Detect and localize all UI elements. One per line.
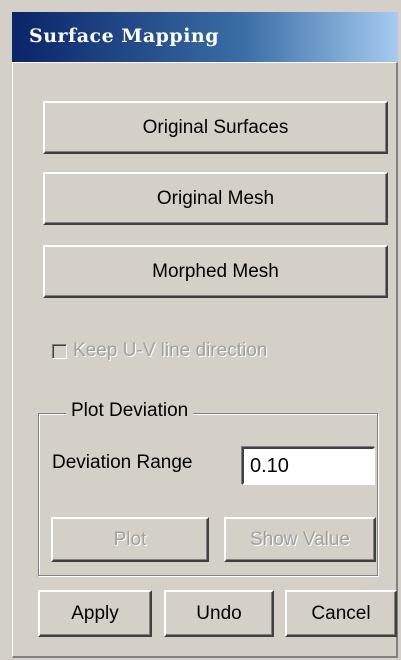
original-surfaces-button[interactable]: Original Surfaces — [43, 101, 388, 154]
undo-button[interactable]: Undo — [164, 590, 274, 637]
plot-deviation-legend: Plot Deviation — [66, 400, 194, 422]
cancel-button[interactable]: Cancel — [285, 590, 397, 637]
surface-mapping-window: Surface Mapping Original Surfaces Origin… — [0, 0, 401, 660]
keep-uv-label: Keep U-V line direction — [73, 340, 268, 361]
window-title: Surface Mapping — [29, 25, 220, 47]
keep-uv-option: Keep U-V line direction — [52, 340, 267, 362]
apply-button[interactable]: Apply — [38, 590, 152, 637]
plot-button: Plot — [51, 517, 209, 562]
deviation-range-label: Deviation Range — [52, 452, 193, 473]
original-mesh-button[interactable]: Original Mesh — [43, 172, 388, 225]
title-bar[interactable]: Surface Mapping — [12, 12, 398, 62]
morphed-mesh-button[interactable]: Morphed Mesh — [43, 245, 388, 298]
keep-uv-checkbox — [52, 343, 67, 359]
show-value-button: Show Value — [224, 517, 376, 562]
deviation-range-input[interactable] — [242, 447, 375, 485]
